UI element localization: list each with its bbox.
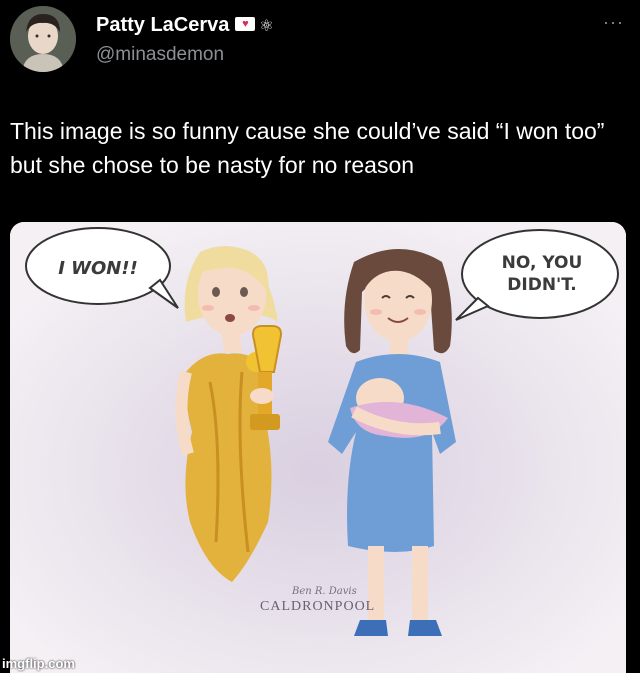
cartoon-illustration: I WON!! NO, YOU DIDN'T. Ben R. Davis CAL…: [10, 222, 626, 673]
heart-envelope-icon: ♥: [235, 16, 256, 31]
tulip-icon: ⚛: [259, 17, 274, 35]
author-display-name[interactable]: Patty LaCerva: [96, 14, 229, 36]
more-options-icon[interactable]: ···: [603, 12, 624, 33]
speech-bubble-right-line2: DIDN'T.: [507, 275, 576, 295]
artist-signature: Ben R. Davis: [291, 586, 357, 597]
author-name-row[interactable]: Patty LaCerva ♥ ⚛: [96, 14, 274, 37]
author-handle[interactable]: @minasdemon: [96, 44, 224, 66]
speech-bubble-left-text: I WON!!: [58, 258, 138, 279]
imgflip-watermark: imgflip.com: [2, 656, 75, 671]
avatar[interactable]: [10, 6, 76, 72]
tweet-text: This image is so funny cause she could’v…: [10, 118, 605, 178]
publisher-logo: CALDRONPOOL: [260, 599, 375, 614]
speech-bubble-right-line1: NO, YOU: [502, 253, 583, 273]
tweet-media-image[interactable]: I WON!! NO, YOU DIDN'T. Ben R. Davis CAL…: [10, 222, 626, 673]
